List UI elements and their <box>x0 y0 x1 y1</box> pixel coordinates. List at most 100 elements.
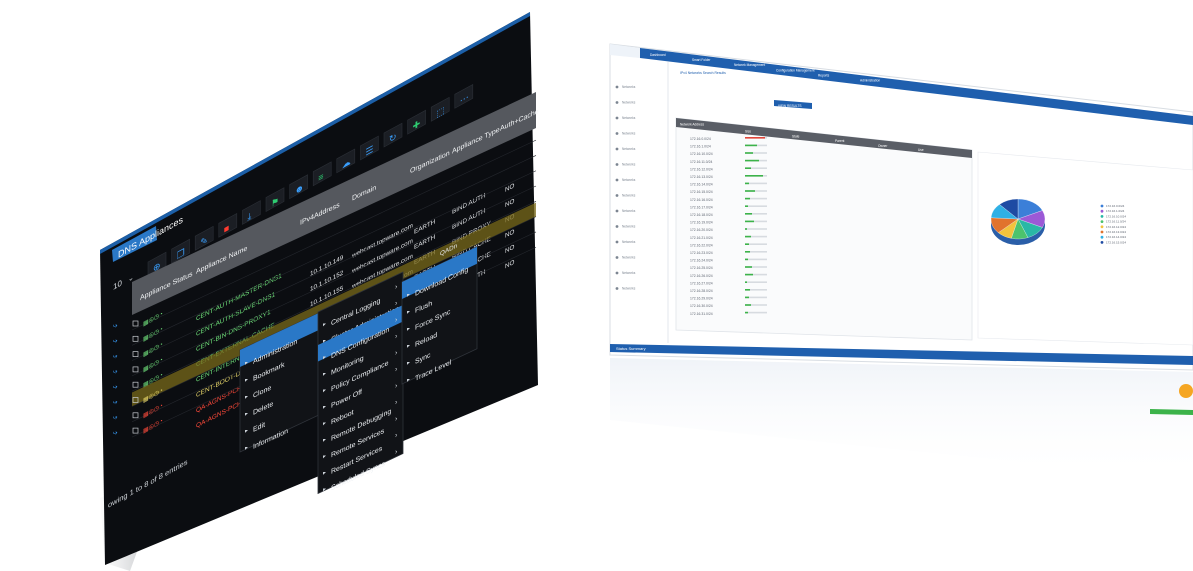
utilization-fill <box>745 175 763 177</box>
administration-item-icon: ▸ <box>323 485 326 493</box>
light-column-header[interactable]: Size <box>745 129 751 133</box>
sidebar-item[interactable]: Networks <box>622 256 636 260</box>
light-column-header[interactable]: Network Address <box>680 122 704 126</box>
network-address-cell[interactable]: 172.16.10.0/24 <box>690 152 713 156</box>
context-item-icon: ▸ <box>245 359 248 367</box>
sidebar-bullet-icon <box>615 101 619 104</box>
network-address-cell[interactable]: 172.16.28.0/24 <box>690 289 713 293</box>
utilization-bar <box>745 228 767 230</box>
network-address-cell[interactable]: 172.16.21.0/24 <box>690 236 713 240</box>
sidebar-bullet-icon <box>615 85 619 89</box>
sidebar-bullet-icon <box>615 287 619 290</box>
sidebar-item[interactable]: Networks <box>622 271 636 275</box>
utilization-fill <box>745 159 759 162</box>
network-address-cell[interactable]: 172.16.18.0/24 <box>690 213 713 217</box>
sidebar-item[interactable]: Networks <box>622 163 636 167</box>
utilization-fill <box>745 197 750 200</box>
sidebar-item[interactable]: Networks <box>622 287 636 291</box>
administration-item-icon: ▸ <box>323 403 326 411</box>
sidebar-item[interactable]: Networks <box>622 132 636 136</box>
administration-item-icon: ▸ <box>323 436 326 444</box>
network-address-cell[interactable]: 172.16.31.0/24 <box>690 312 713 316</box>
utilization-fill <box>745 235 751 238</box>
light-status-text: Status Summary <box>616 346 646 351</box>
light-column-header[interactable]: Owner <box>878 144 888 148</box>
nav-item[interactable]: Dashboard <box>650 53 666 57</box>
pie-chart <box>990 198 1046 245</box>
nav-item[interactable]: Configuration Management <box>776 68 815 72</box>
network-address-cell[interactable]: 172.16.13.0/24 <box>690 175 713 179</box>
sidebar-item[interactable]: Networks <box>622 225 636 229</box>
results-tab[interactable]: IPv4 Networks Search Results <box>680 71 726 75</box>
dns-config-item-icon: ▸ <box>407 376 410 384</box>
network-address-cell[interactable]: 172.16.17.0/24 <box>690 205 713 209</box>
light-app-window: Status Summary 172.16.0.0/24172.16.1.0/2… <box>100 12 1193 571</box>
network-address-cell[interactable]: 172.16.12.0/24 <box>690 167 713 171</box>
nav-item[interactable]: Reports <box>818 73 830 77</box>
sidebar-item[interactable]: Networks <box>622 101 636 105</box>
legend-swatch <box>1100 225 1104 229</box>
network-address-cell[interactable]: 172.16.19.0/24 <box>690 221 713 225</box>
network-address-cell[interactable]: 172.16.1.0/24 <box>690 145 711 149</box>
administration-item-icon: ▸ <box>323 419 326 427</box>
legend-label: 172.16.12.0/24 <box>1106 225 1126 229</box>
network-address-cell[interactable]: 172.16.26.0/24 <box>690 274 713 278</box>
network-address-cell[interactable]: 172.16.27.0/24 <box>690 281 713 285</box>
light-column-header[interactable]: State <box>792 135 800 139</box>
administration-item-icon: ▸ <box>323 320 326 328</box>
context-item-icon: ▸ <box>245 410 248 418</box>
sidebar-item[interactable]: Networks <box>622 194 636 198</box>
utilization-fill <box>745 152 753 154</box>
sidebar-bullet-icon <box>615 163 619 166</box>
sidebar-bullet-icon <box>615 147 619 151</box>
network-address-cell[interactable]: 172.16.29.0/24 <box>690 297 713 301</box>
dns-config-item-icon: ▸ <box>407 359 410 367</box>
help-fab-button[interactable] <box>1179 384 1193 398</box>
sidebar-item[interactable]: Networks <box>622 85 636 89</box>
utilization-fill <box>745 228 747 230</box>
network-address-cell[interactable]: 172.16.16.0/24 <box>690 198 713 202</box>
context-item-icon: ▸ <box>245 376 248 384</box>
network-address-cell[interactable]: 172.16.0.0/24 <box>690 137 711 141</box>
legend-label: 172.16.10.0/24 <box>1106 214 1126 218</box>
network-address-cell[interactable]: 172.16.11.0/24 <box>690 160 712 164</box>
network-address-cell[interactable]: 172.16.24.0/24 <box>690 259 713 263</box>
utilization-fill <box>745 289 750 291</box>
network-address-cell[interactable]: 172.16.22.0/24 <box>690 243 713 247</box>
sidebar-item[interactable]: Networks <box>622 116 636 120</box>
legend-label: 172.16.0.0/24 <box>1106 204 1125 208</box>
light-column-header[interactable]: Parent <box>835 139 845 143</box>
dns-config-item-icon: ▸ <box>407 342 410 350</box>
light-column-header[interactable]: Use <box>918 148 924 152</box>
legend-swatch <box>1100 235 1104 239</box>
sidebar-item[interactable]: Networks <box>622 147 636 151</box>
administration-item-icon: ▸ <box>323 452 326 460</box>
utilization-fill <box>745 137 765 139</box>
sidebar-item[interactable]: Networks <box>622 178 636 182</box>
nav-item[interactable]: Smart Folder <box>692 58 711 62</box>
dns-config-item-icon: ▸ <box>407 308 410 316</box>
legend-swatch <box>1100 209 1104 213</box>
utilization-fill <box>745 243 749 245</box>
utilization-fill <box>745 220 754 223</box>
sidebar-bullet-icon <box>615 256 619 259</box>
sidebar-item[interactable]: Networks <box>622 240 636 244</box>
network-address-cell[interactable]: 172.16.15.0/24 <box>690 190 713 194</box>
legend-label: 172.16.11.0/24 <box>1106 220 1126 224</box>
utilization-bar <box>745 258 767 261</box>
network-address-cell[interactable]: 172.16.14.0/24 <box>690 183 713 187</box>
nav-item[interactable]: Administration <box>860 79 880 83</box>
sidebar-bullet-icon <box>615 271 619 275</box>
network-address-cell[interactable]: 172.16.20.0/24 <box>690 228 713 232</box>
sidebar-item[interactable]: Networks <box>622 209 636 213</box>
legend-label: 172.16.1.0/24 <box>1106 209 1125 213</box>
network-address-cell[interactable]: 172.16.25.0/24 <box>690 266 713 270</box>
utilization-fill <box>745 273 753 276</box>
network-address-cell[interactable]: 172.16.30.0/24 <box>690 304 713 308</box>
network-address-cell[interactable]: 172.16.23.0/24 <box>690 251 713 255</box>
legend-label: 172.16.15.0/24 <box>1106 240 1126 244</box>
legend-swatch <box>1100 220 1104 224</box>
administration-item-icon: ▸ <box>323 469 326 477</box>
utilization-fill <box>745 296 749 299</box>
nav-item[interactable]: Network Management <box>734 63 765 67</box>
